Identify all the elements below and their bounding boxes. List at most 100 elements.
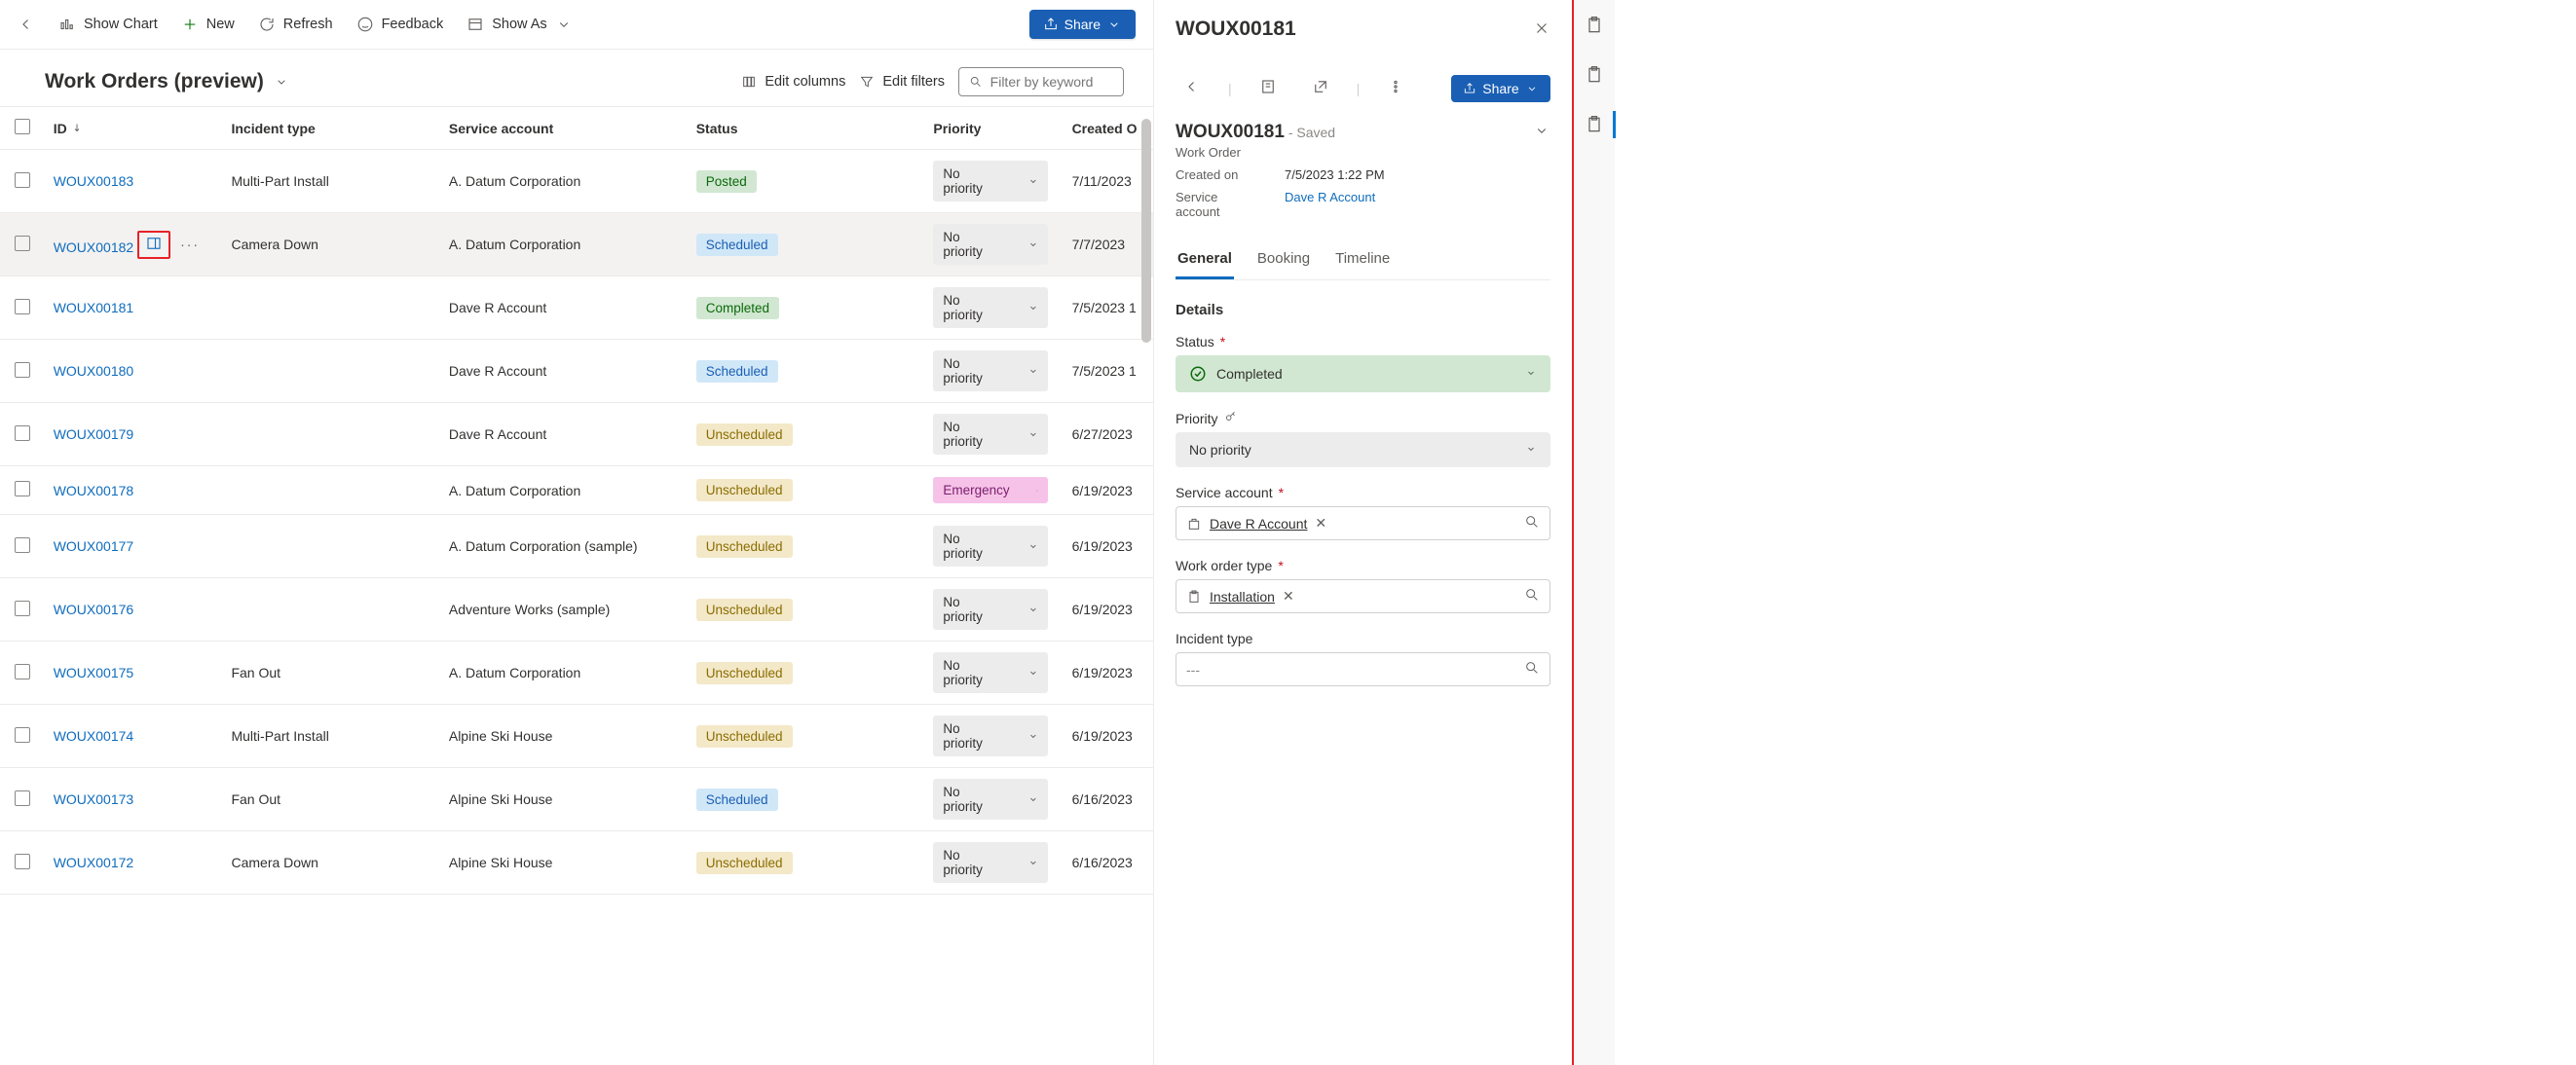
row-checkbox[interactable] — [15, 537, 30, 553]
work-order-id-link[interactable]: WOUX00182 — [54, 239, 133, 255]
priority-cell[interactable]: No priority — [933, 161, 1048, 202]
tab-booking[interactable]: Booking — [1255, 240, 1312, 279]
priority-cell[interactable]: Emergency — [933, 477, 1048, 503]
column-incident-type[interactable]: Incident type — [223, 107, 440, 150]
share-button[interactable]: Share — [1029, 10, 1136, 39]
created-cell: 6/19/2023 — [1064, 705, 1153, 768]
new-button[interactable]: New — [181, 16, 235, 33]
work-order-id-link[interactable]: WOUX00183 — [54, 173, 133, 189]
service-account-meta-link[interactable]: Dave R Account — [1285, 190, 1375, 219]
work-order-id-link[interactable]: WOUX00173 — [54, 791, 133, 807]
priority-cell[interactable]: No priority — [933, 652, 1048, 693]
row-checkbox[interactable] — [15, 727, 30, 743]
row-checkbox[interactable] — [15, 172, 30, 188]
open-side-panel-button[interactable] — [137, 231, 170, 259]
panel-open-record-button[interactable] — [1251, 72, 1285, 104]
form-tabs: General Booking Timeline — [1176, 240, 1550, 280]
table-row[interactable]: WOUX00177 A. Datum Corporation (sample) … — [0, 515, 1153, 578]
lookup-search-icon[interactable] — [1524, 660, 1540, 679]
table-row[interactable]: WOUX00173 Fan Out Alpine Ski House Sched… — [0, 768, 1153, 831]
row-checkbox[interactable] — [15, 362, 30, 378]
table-row[interactable]: WOUX00183 Multi-Part Install A. Datum Co… — [0, 150, 1153, 213]
work-order-id-link[interactable]: WOUX00181 — [54, 300, 133, 315]
table-row[interactable]: WOUX00182 ··· Camera Down A. Datum Corpo… — [0, 213, 1153, 276]
priority-cell[interactable]: No priority — [933, 842, 1048, 883]
rail-item-3[interactable] — [1585, 115, 1604, 137]
lookup-search-icon[interactable] — [1524, 514, 1540, 532]
work-order-type-lookup[interactable]: Installation ✕ — [1176, 579, 1550, 613]
select-all-checkbox[interactable] — [15, 119, 30, 134]
rail-item-1[interactable] — [1585, 16, 1604, 38]
panel-popout-button[interactable] — [1304, 72, 1337, 104]
service-account-value[interactable]: Dave R Account — [1210, 516, 1307, 532]
priority-cell[interactable]: No priority — [933, 716, 1048, 756]
created-cell: 7/11/2023 — [1064, 150, 1153, 213]
lookup-search-icon[interactable] — [1524, 587, 1540, 606]
priority-field[interactable]: No priority — [1176, 432, 1550, 467]
priority-cell[interactable]: No priority — [933, 350, 1048, 391]
panel-share-button[interactable]: Share — [1451, 75, 1549, 102]
table-row[interactable]: WOUX00179 Dave R Account Unscheduled No … — [0, 403, 1153, 466]
incident-type-lookup[interactable]: --- — [1176, 652, 1550, 686]
table-row[interactable]: WOUX00172 Camera Down Alpine Ski House U… — [0, 831, 1153, 895]
row-more-button[interactable]: ··· — [180, 237, 200, 252]
close-panel-button[interactable] — [1533, 19, 1550, 40]
service-account-lookup[interactable]: Dave R Account ✕ — [1176, 506, 1550, 540]
column-service-account[interactable]: Service account — [441, 107, 689, 150]
table-row[interactable]: WOUX00176 Adventure Works (sample) Unsch… — [0, 578, 1153, 642]
column-created-on[interactable]: Created O — [1064, 107, 1153, 150]
work-order-id-link[interactable]: WOUX00177 — [54, 538, 133, 554]
show-as-button[interactable]: Show As — [467, 16, 572, 33]
panel-more-button[interactable] — [1379, 72, 1412, 104]
account-cell: Alpine Ski House — [441, 768, 689, 831]
work-order-id-link[interactable]: WOUX00175 — [54, 665, 133, 680]
remove-work-order-type[interactable]: ✕ — [1283, 588, 1294, 605]
rail-item-2[interactable] — [1585, 65, 1604, 88]
work-order-type-value[interactable]: Installation — [1210, 589, 1275, 605]
table-row[interactable]: WOUX00174 Multi-Part Install Alpine Ski … — [0, 705, 1153, 768]
status-field[interactable]: Completed — [1176, 355, 1550, 392]
filter-box[interactable] — [958, 67, 1124, 96]
remove-service-account[interactable]: ✕ — [1315, 515, 1326, 532]
table-row[interactable]: WOUX00181 Dave R Account Completed No pr… — [0, 276, 1153, 340]
tab-timeline[interactable]: Timeline — [1333, 240, 1392, 279]
row-checkbox[interactable] — [15, 425, 30, 441]
edit-filters-button[interactable]: Edit filters — [859, 74, 945, 90]
row-checkbox[interactable] — [15, 664, 30, 679]
work-order-id-link[interactable]: WOUX00172 — [54, 855, 133, 870]
work-order-id-link[interactable]: WOUX00179 — [54, 426, 133, 442]
work-order-id-link[interactable]: WOUX00176 — [54, 602, 133, 617]
header-collapse-toggle[interactable] — [1533, 122, 1550, 142]
table-row[interactable]: WOUX00178 A. Datum Corporation Unschedul… — [0, 466, 1153, 515]
row-checkbox[interactable] — [15, 236, 30, 251]
row-checkbox[interactable] — [15, 481, 30, 496]
column-id[interactable]: ID — [46, 107, 224, 150]
refresh-button[interactable]: Refresh — [258, 16, 333, 33]
table-row[interactable]: WOUX00180 Dave R Account Scheduled No pr… — [0, 340, 1153, 403]
edit-columns-button[interactable]: Edit columns — [741, 74, 845, 90]
scrollbar[interactable] — [1141, 119, 1151, 343]
back-button[interactable] — [18, 16, 35, 33]
show-chart-button[interactable]: Show Chart — [58, 16, 158, 33]
row-checkbox[interactable] — [15, 790, 30, 806]
column-priority[interactable]: Priority — [925, 107, 1064, 150]
table-row[interactable]: WOUX00175 Fan Out A. Datum Corporation U… — [0, 642, 1153, 705]
row-checkbox[interactable] — [15, 854, 30, 869]
column-status[interactable]: Status — [689, 107, 926, 150]
priority-cell[interactable]: No priority — [933, 287, 1048, 328]
work-order-id-link[interactable]: WOUX00180 — [54, 363, 133, 379]
tab-general[interactable]: General — [1176, 240, 1234, 279]
priority-cell[interactable]: No priority — [933, 224, 1048, 265]
row-checkbox[interactable] — [15, 601, 30, 616]
work-order-id-link[interactable]: WOUX00178 — [54, 483, 133, 498]
priority-cell[interactable]: No priority — [933, 779, 1048, 820]
view-selector[interactable]: Work Orders (preview) — [45, 70, 289, 93]
work-order-id-link[interactable]: WOUX00174 — [54, 728, 133, 744]
feedback-button[interactable]: Feedback — [356, 16, 444, 33]
panel-back-button[interactable] — [1176, 72, 1209, 104]
priority-cell[interactable]: No priority — [933, 526, 1048, 567]
priority-cell[interactable]: No priority — [933, 589, 1048, 630]
priority-cell[interactable]: No priority — [933, 414, 1048, 455]
row-checkbox[interactable] — [15, 299, 30, 314]
filter-input[interactable] — [990, 74, 1113, 90]
